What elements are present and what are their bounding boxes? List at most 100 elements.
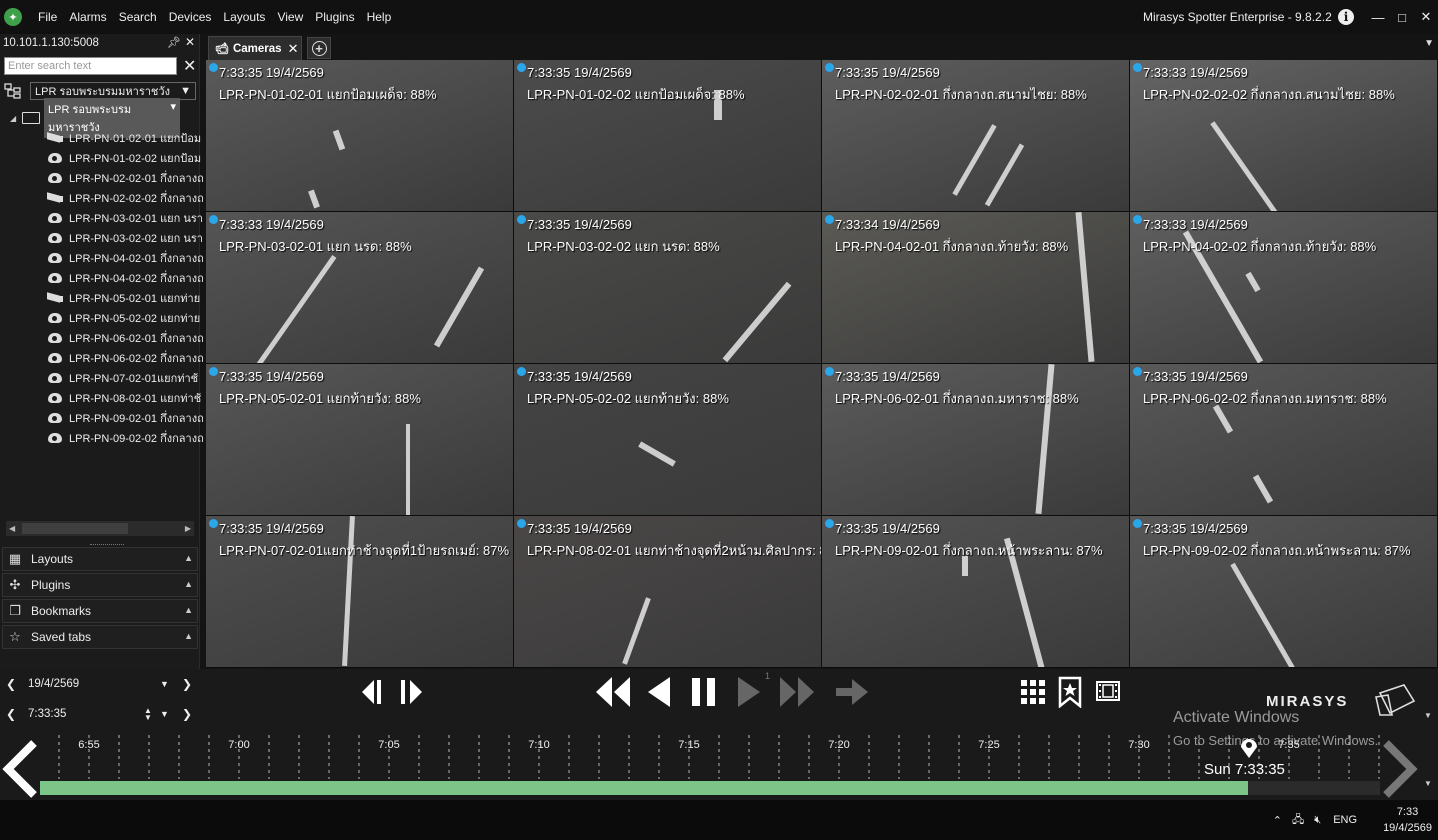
chevron-up-icon[interactable]: ▲ — [184, 631, 193, 641]
camera-view[interactable]: 7:33:35 19/4/2569 LPR-PN-05-02-01 แยกท้าย… — [206, 364, 514, 516]
panel-bookmarks[interactable]: ❐ Bookmarks ▲ — [2, 599, 198, 623]
play-reverse-icon[interactable] — [646, 675, 672, 709]
language-indicator[interactable]: ENG — [1333, 814, 1357, 826]
camera-tree-item[interactable]: LPR-PN-02-02-01 กึ่งกลางถ — [10, 168, 204, 188]
camera-tree-item[interactable]: LPR-PN-08-02-01 แยกท่าช้ — [10, 388, 204, 408]
camera-view[interactable]: 7:33:35 19/4/2569 LPR-PN-03-02-02 แยก นรด… — [514, 212, 822, 364]
camera-view[interactable]: 7:33:35 19/4/2569 LPR-PN-06-02-02 กึ่งกลา… — [1130, 364, 1438, 516]
scroll-right-icon[interactable]: ▶ — [185, 524, 191, 533]
tray-overflow-icon[interactable]: ⌃ — [1273, 814, 1282, 827]
expand-triangle-icon[interactable]: ◢ — [10, 114, 22, 123]
camera-tree-label: LPR-PN-06-02-02 กึ่งกลางถ — [69, 353, 204, 365]
tree-horizontal-scrollbar[interactable]: ◀ ▶ — [6, 521, 194, 536]
tab-menu-icon[interactable]: ▼ — [1424, 38, 1434, 49]
camera-tree-item[interactable]: LPR-PN-04-02-01 กึ่งกลางถ — [10, 248, 204, 268]
timeline-forward-icon[interactable] — [1380, 739, 1420, 799]
search-input[interactable] — [4, 57, 177, 75]
menu-item-search[interactable]: Search — [113, 0, 163, 34]
camera-tree-item[interactable]: LPR-PN-06-02-02 กึ่งกลางถ — [10, 348, 204, 368]
next-date-icon[interactable]: ❯ — [182, 677, 192, 691]
timeline-recorded-bar[interactable] — [40, 781, 1248, 795]
camera-tree-item[interactable]: LPR-PN-09-02-01 กึ่งกลางถ — [10, 408, 204, 428]
brand-menu-icon[interactable]: ▼ — [1424, 711, 1432, 720]
camera-view[interactable]: 7:33:33 19/4/2569 LPR-PN-02-02-02 กึ่งกลา… — [1130, 60, 1438, 212]
timeline[interactable]: 6:55 7:00 7:05 7:10 7:15 7:20 7:25 7:30 7:35 Sun… — [0, 733, 1438, 800]
layout-grid-icon[interactable] — [1020, 679, 1046, 705]
camera-view[interactable]: 7:33:35 19/4/2569 LPR-PN-07-02-01แยกท่าช้… — [206, 516, 514, 668]
timeline-cursor-pin-icon[interactable] — [1238, 737, 1260, 759]
camera-view[interactable]: 7:33:33 19/4/2569 LPR-PN-04-02-02 กึ่งกลา… — [1130, 212, 1438, 364]
scrollbar-thumb[interactable] — [22, 523, 128, 534]
date-value[interactable]: 19/4/2569 — [28, 678, 79, 690]
camera-view[interactable]: 7:33:35 19/4/2569 LPR-PN-09-02-02 กึ่งกลา… — [1130, 516, 1438, 668]
timeline-menu-icon[interactable]: ▼ — [1424, 779, 1432, 788]
info-icon[interactable]: i — [1338, 9, 1354, 25]
dome-camera-icon — [46, 152, 64, 164]
network-icon[interactable]: 🖧︎ — [1292, 811, 1304, 830]
camera-tree-item[interactable]: LPR-PN-07-02-01แยกท่าช้ — [10, 368, 204, 388]
camera-view[interactable]: 7:33:35 19/4/2569 LPR-PN-08-02-01 แยกท่าช… — [514, 516, 822, 668]
chevron-down-icon[interactable]: ▼ — [160, 679, 169, 689]
chevron-up-icon[interactable]: ▲ — [184, 553, 193, 563]
camera-view[interactable]: 7:33:35 19/4/2569 LPR-PN-09-02-01 กึ่งกลา… — [822, 516, 1130, 668]
tree-root[interactable]: ◢ LPR รอบพระบรมมหาราชวัง ▾ — [10, 98, 199, 138]
menu-item-alarms[interactable]: Alarms — [63, 0, 112, 34]
camera-view[interactable]: 7:33:34 19/4/2569 LPR-PN-04-02-01 กึ่งกลา… — [822, 212, 1130, 364]
filmstrip-icon[interactable] — [1095, 680, 1121, 702]
chevron-up-icon[interactable]: ▲ — [184, 579, 193, 589]
camera-view[interactable]: 7:33:35 19/4/2569 LPR-PN-02-02-01 กึ่งกลา… — [822, 60, 1130, 212]
scroll-left-icon[interactable]: ◀ — [9, 524, 15, 533]
taskbar-clock[interactable]: 7:33 19/4/2569 — [1383, 804, 1432, 836]
prev-date-icon[interactable]: ❮ — [6, 677, 16, 691]
minimize-button[interactable]: — — [1366, 10, 1390, 25]
close-tab-icon[interactable]: ✕ — [288, 41, 299, 57]
maximize-button[interactable]: □ — [1390, 10, 1414, 25]
camera-view[interactable]: 7:33:35 19/4/2569 LPR-PN-05-02-02 แยกท้าย… — [514, 364, 822, 516]
camera-tree-item[interactable]: LPR-PN-01-02-02 แยกป้อม — [10, 148, 204, 168]
panel-saved-tabs[interactable]: ☆ Saved tabs ▲ — [2, 625, 198, 649]
bookmark-star-icon[interactable] — [1058, 676, 1082, 708]
step-frame-icon[interactable] — [360, 677, 426, 707]
add-tab-button[interactable]: + — [307, 37, 331, 59]
camera-view[interactable]: 7:33:33 19/4/2569 LPR-PN-03-02-01 แยก นรด… — [206, 212, 514, 364]
panel-layouts[interactable]: ▦ Layouts ▲ — [2, 547, 198, 571]
menu-item-help[interactable]: Help — [361, 0, 398, 34]
menu-item-layouts[interactable]: Layouts — [217, 0, 271, 34]
camera-tree-item[interactable]: LPR-PN-05-02-01 แยกท่าย — [10, 288, 204, 308]
next-time-icon[interactable]: ❯ — [182, 707, 192, 721]
chevron-up-icon[interactable]: ▲ — [184, 605, 193, 615]
camera-tree-label: LPR-PN-09-02-02 กึ่งกลางถ — [69, 433, 204, 445]
camera-tree-item[interactable]: LPR-PN-03-02-01 แยก นรา — [10, 208, 204, 228]
time-spinner-icon[interactable]: ▲ ▼ — [144, 707, 152, 722]
chevron-down-icon[interactable]: ▼ — [160, 709, 169, 719]
tree-view-icon[interactable] — [4, 83, 22, 99]
camera-view[interactable]: 7:33:35 19/4/2569 LPR-PN-01-02-01 แยกป้อม… — [206, 60, 514, 212]
camera-tree-item[interactable]: LPR-PN-01-02-01 แยกป้อม — [10, 128, 204, 148]
prev-time-icon[interactable]: ❮ — [6, 707, 16, 721]
camera-tree-item[interactable]: LPR-PN-03-02-02 แยก นรา — [10, 228, 204, 248]
menu-item-view[interactable]: View — [271, 0, 309, 34]
time-value[interactable]: 7:33:35 — [28, 708, 66, 720]
camera-tree-item[interactable]: LPR-PN-09-02-02 กึ่งกลางถ — [10, 428, 204, 448]
volume-muted-icon[interactable]: 🔇︎ — [1314, 814, 1321, 827]
menu-item-file[interactable]: File — [32, 0, 63, 34]
close-panel-icon[interactable]: ✕ — [185, 35, 195, 49]
fast-rewind-icon[interactable] — [594, 675, 632, 709]
camera-tree-item[interactable]: LPR-PN-05-02-02 แยกท่าย — [10, 308, 204, 328]
clear-search-icon[interactable]: ✕ — [183, 56, 196, 76]
close-button[interactable]: ✕ — [1414, 9, 1438, 25]
camera-tree-item[interactable]: LPR-PN-06-02-01 กึ่งกลางถ — [10, 328, 204, 348]
pin-icon[interactable]: 📌︎ — [167, 36, 181, 49]
panel-plugins[interactable]: ✣ Plugins ▲ — [2, 573, 198, 597]
camera-view[interactable]: 7:33:35 19/4/2569 LPR-PN-06-02-01 กึ่งกลา… — [822, 364, 1130, 516]
menu-item-devices[interactable]: Devices — [163, 0, 218, 34]
camera-view[interactable]: 7:33:35 19/4/2569 LPR-PN-01-02-02 แยกป้อม… — [514, 60, 822, 212]
play-icon[interactable] — [736, 675, 762, 709]
menu-item-plugins[interactable]: Plugins — [309, 0, 360, 34]
camera-tree-item[interactable]: LPR-PN-04-02-02 กึ่งกลางถ — [10, 268, 204, 288]
camera-tree-item[interactable]: LPR-PN-02-02-02 กึ่งกลางถ — [10, 188, 204, 208]
fast-forward-icon[interactable] — [778, 675, 816, 709]
pause-icon[interactable] — [690, 675, 718, 709]
tab-cameras[interactable]: 📹︎ Cameras ✕ — [208, 36, 302, 60]
go-live-arrow-icon[interactable] — [834, 677, 870, 707]
